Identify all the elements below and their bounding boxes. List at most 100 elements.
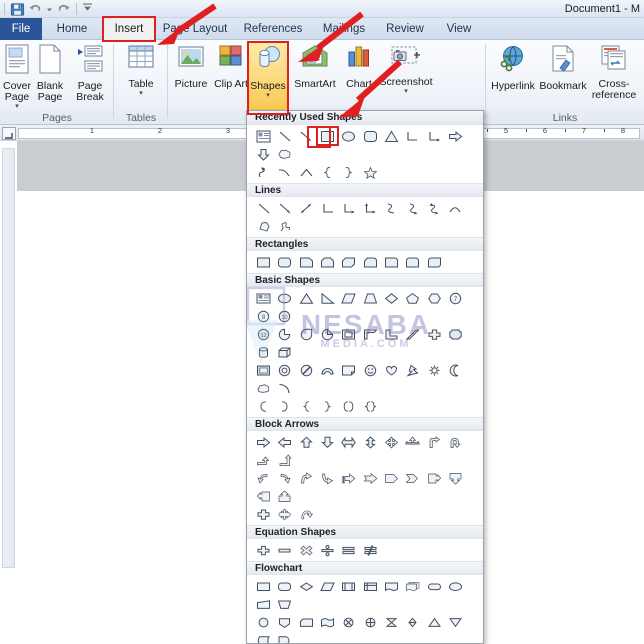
shape-arc[interactable] xyxy=(445,199,466,217)
shape-preparation[interactable] xyxy=(445,577,466,595)
shape-card[interactable] xyxy=(296,613,317,631)
shape-rounded-rectangle[interactable] xyxy=(274,253,295,271)
shape-round-same-side-corner[interactable] xyxy=(402,253,423,271)
shape-right-arrow-callout[interactable] xyxy=(423,469,444,487)
shape-down-arrow-callout[interactable] xyxy=(445,469,466,487)
shape-double-brace[interactable] xyxy=(359,397,380,415)
shape-freeform[interactable] xyxy=(253,217,274,235)
gallery-section-recently-used[interactable] xyxy=(247,125,483,183)
shape-not-equal-sign[interactable] xyxy=(359,541,380,559)
shape-row[interactable] xyxy=(253,199,479,235)
shape-cube[interactable] xyxy=(274,343,295,361)
shape-curve-double-arrow[interactable] xyxy=(423,199,444,217)
ribbon-tab-strip[interactable]: File Home Insert Page Layout References … xyxy=(0,18,644,40)
shape-division-sign[interactable] xyxy=(317,541,338,559)
shape-half-frame[interactable] xyxy=(359,325,380,343)
shape-left-up-arrow[interactable] xyxy=(253,451,274,469)
shape-row[interactable] xyxy=(253,361,479,397)
shape-teardrop[interactable] xyxy=(296,325,317,343)
chart-button[interactable]: Chart xyxy=(340,42,378,110)
shape-elbow-connector[interactable] xyxy=(402,127,423,145)
shape-diamond[interactable] xyxy=(381,289,402,307)
shape-curved-left-arrow[interactable] xyxy=(253,469,274,487)
shape-chevron-arrow[interactable] xyxy=(402,469,423,487)
vertical-ruler[interactable] xyxy=(2,148,15,568)
shape-oval[interactable] xyxy=(338,127,359,145)
shape-stored-data[interactable] xyxy=(253,631,274,643)
shape-document[interactable] xyxy=(381,577,402,595)
shape-manual-operation[interactable] xyxy=(274,595,295,613)
shape-minus-sign[interactable] xyxy=(274,541,295,559)
tab-insert[interactable]: Insert xyxy=(102,18,156,40)
shape-snip-diagonal-corner[interactable] xyxy=(338,253,359,271)
shape-striped-right-arrow[interactable] xyxy=(338,469,359,487)
shape-chevron-up[interactable] xyxy=(296,163,317,181)
shape-plaque[interactable] xyxy=(445,325,466,343)
chevron-down-icon[interactable]: ▾ xyxy=(139,90,143,97)
shape-extract[interactable] xyxy=(423,613,444,631)
gallery-section-flowchart[interactable] xyxy=(247,575,483,643)
shape-merge[interactable] xyxy=(445,613,466,631)
shape-off-page-connector[interactable] xyxy=(274,613,295,631)
shape-summing-junction[interactable] xyxy=(338,613,359,631)
shape-bevel[interactable] xyxy=(253,361,274,379)
shape-decagon[interactable]: 10 xyxy=(274,307,295,325)
shape-sun[interactable] xyxy=(423,361,444,379)
shape-internal-storage[interactable] xyxy=(359,577,380,595)
chevron-down-icon[interactable]: ▾ xyxy=(15,103,19,110)
shape-cloud-callout[interactable] xyxy=(274,145,295,163)
blank-page-button[interactable]: Blank Page xyxy=(32,42,68,110)
shape-arc[interactable] xyxy=(274,163,295,181)
shape-row[interactable] xyxy=(253,397,479,415)
shape-smiley-face[interactable] xyxy=(359,361,380,379)
shape-folded-corner[interactable] xyxy=(338,361,359,379)
shape-down-arrow[interactable] xyxy=(253,145,274,163)
shape-moon[interactable] xyxy=(445,361,466,379)
tab-home[interactable]: Home xyxy=(42,18,102,40)
shape-rounded-rect[interactable] xyxy=(359,127,380,145)
tab-review[interactable]: Review xyxy=(376,18,434,40)
smartart-button[interactable]: SmartArt xyxy=(291,42,339,110)
shape-left-brace[interactable] xyxy=(317,163,338,181)
shape-right-brace[interactable] xyxy=(338,163,359,181)
shape-curve-arrow[interactable] xyxy=(402,199,423,217)
shape-predefined-process[interactable] xyxy=(338,577,359,595)
shape-parallelogram[interactable] xyxy=(338,289,359,307)
shape-u-turn-arrow[interactable] xyxy=(445,433,466,451)
shape-quad-arrow-callout[interactable] xyxy=(274,505,295,523)
shape-l-shape[interactable] xyxy=(381,325,402,343)
shape-rectangle[interactable] xyxy=(315,126,340,146)
shape-round-single-corner[interactable] xyxy=(381,253,402,271)
shape-collate[interactable] xyxy=(381,613,402,631)
shape-double-bracket[interactable] xyxy=(338,397,359,415)
table-button[interactable]: Table ▾ xyxy=(118,42,164,110)
shape-circular-arrow[interactable] xyxy=(296,505,317,523)
ruler-corner-tab-selector[interactable] xyxy=(2,127,16,140)
shape-scribble[interactable] xyxy=(274,217,295,235)
shape-arc[interactable] xyxy=(274,379,295,397)
customize-qat-icon[interactable] xyxy=(82,0,93,18)
shape-process[interactable] xyxy=(253,577,274,595)
shape-row[interactable] xyxy=(253,126,479,163)
bookmark-button[interactable]: Bookmark xyxy=(538,42,588,110)
shape-row[interactable] xyxy=(253,433,479,469)
shape-line[interactable] xyxy=(253,199,274,217)
shape-row[interactable] xyxy=(253,577,479,613)
clip-art-button[interactable]: Clip Art xyxy=(214,42,248,110)
shape-row[interactable] xyxy=(253,253,479,271)
shape-curved-right-arrow[interactable] xyxy=(274,469,295,487)
shape-up-arrow[interactable] xyxy=(296,433,317,451)
shape-data[interactable] xyxy=(317,577,338,595)
screenshot-button[interactable]: Screenshot ▾ xyxy=(376,42,436,110)
cross-reference-button[interactable]: Cross-reference xyxy=(584,42,644,110)
chevron-down-icon[interactable]: ▾ xyxy=(266,92,270,99)
tab-mailings[interactable]: Mailings xyxy=(312,18,376,40)
shape-down-arrow[interactable] xyxy=(317,433,338,451)
shape-triangle[interactable] xyxy=(296,289,317,307)
shapes-button[interactable]: Shapes ▾ xyxy=(247,41,289,115)
shapes-gallery-dropdown[interactable]: Recently Used Shapes Lines Rectangles Ba… xyxy=(246,110,484,644)
shape-curved-up-arrow[interactable] xyxy=(296,469,317,487)
shape-donut[interactable] xyxy=(274,361,295,379)
shape-row[interactable] xyxy=(253,163,479,181)
gallery-section-lines[interactable] xyxy=(247,197,483,237)
